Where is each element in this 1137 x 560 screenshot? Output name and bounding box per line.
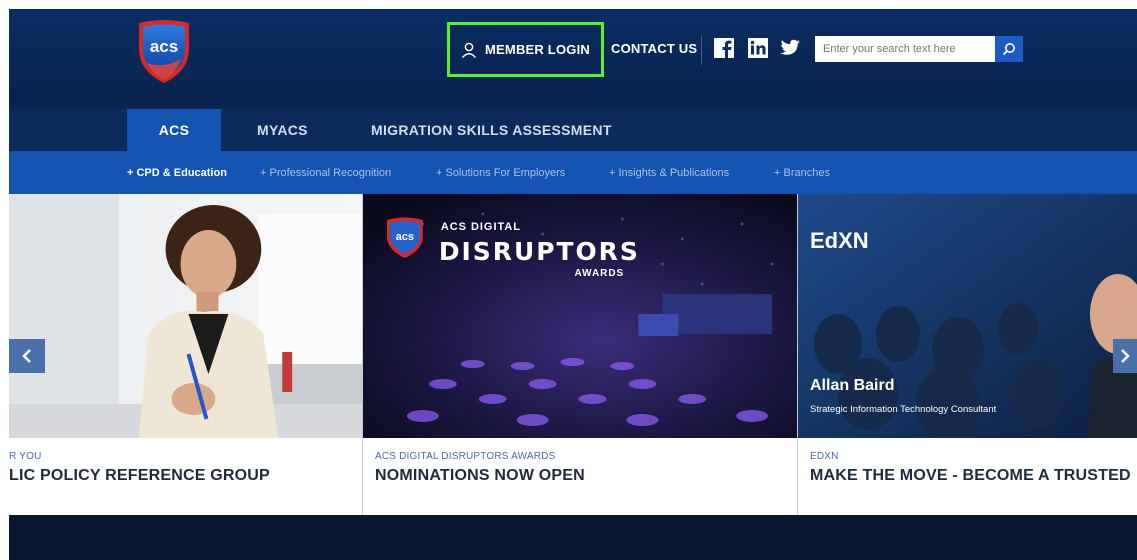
facebook-icon[interactable] bbox=[713, 37, 735, 59]
card-category: R YOU bbox=[9, 451, 42, 462]
tab-myacs[interactable]: MYACS bbox=[257, 109, 308, 151]
chevron-right-icon bbox=[1121, 349, 1130, 363]
carousel-card-edxn[interactable]: EdXN Allan Baird Strategic Information T… bbox=[798, 194, 1137, 515]
chevron-left-icon bbox=[22, 349, 31, 363]
subnav-branches[interactable]: + Branches bbox=[774, 151, 830, 194]
card-category: ACS DIGITAL DISRUPTORS AWARDS bbox=[375, 451, 556, 462]
card-headline: NOMINATIONS NOW OPEN bbox=[375, 467, 585, 484]
contact-us-link[interactable]: CONTACT US bbox=[611, 41, 697, 56]
person-name: Allan Baird bbox=[810, 377, 894, 394]
banner-main-text: DISRUPTORS bbox=[439, 237, 640, 266]
banner-sub-text: AWARDS bbox=[575, 268, 625, 279]
search-box bbox=[815, 36, 1023, 62]
card-category: EDXN bbox=[810, 451, 839, 462]
page-footer-band bbox=[9, 515, 1137, 560]
card-headline: LIC POLICY REFERENCE GROUP bbox=[9, 467, 270, 484]
subnav-solutions-for-employers[interactable]: + Solutions For Employers bbox=[436, 151, 565, 194]
news-carousel: R YOU LIC POLICY REFERENCE GROUP acs ACS… bbox=[9, 194, 1137, 515]
tab-migration-label: MIGRATION SKILLS ASSESSMENT bbox=[371, 122, 612, 138]
carousel-prev-button[interactable] bbox=[9, 339, 45, 373]
subnav-cpd-education[interactable]: + CPD & Education bbox=[127, 151, 227, 194]
twitter-icon[interactable] bbox=[779, 37, 801, 59]
subnav-insights-publications[interactable]: + Insights & Publications bbox=[609, 151, 729, 194]
logo-text: acs bbox=[150, 37, 178, 56]
tab-migration-skills-assessment[interactable]: MIGRATION SKILLS ASSESSMENT bbox=[371, 109, 612, 151]
subnav-professional-recognition[interactable]: + Professional Recognition bbox=[260, 151, 391, 194]
search-icon bbox=[1002, 43, 1015, 56]
carousel-next-button[interactable] bbox=[1113, 339, 1137, 373]
user-icon bbox=[461, 42, 477, 58]
acs-logo[interactable]: acs bbox=[135, 19, 193, 85]
banner-edxn-title: EdXN bbox=[810, 228, 869, 253]
main-nav: ACS MYACS MIGRATION SKILLS ASSESSMENT bbox=[9, 109, 1137, 151]
header-divider bbox=[701, 35, 702, 65]
carousel-card-policy[interactable]: R YOU LIC POLICY REFERENCE GROUP bbox=[9, 194, 363, 515]
card-image-conference: EdXN Allan Baird Strategic Information T… bbox=[798, 194, 1137, 438]
tab-acs-label: ACS bbox=[158, 122, 190, 138]
card-image-awards-event: acs ACS DIGITAL DISRUPTORS AWARDS bbox=[363, 194, 797, 438]
carousel-card-disruptors[interactable]: acs ACS DIGITAL DISRUPTORS AWARDS ACS DI… bbox=[363, 194, 798, 515]
tab-acs[interactable]: ACS bbox=[127, 109, 221, 151]
person-role: Strategic Information Technology Consult… bbox=[810, 404, 997, 415]
member-login-label: MEMBER LOGIN bbox=[485, 42, 590, 57]
banner-logo-text: acs bbox=[396, 231, 414, 243]
search-button[interactable] bbox=[995, 36, 1023, 62]
site-header: acs MEMBER LOGIN CONTACT US bbox=[9, 9, 1137, 109]
card-image-woman bbox=[9, 194, 362, 438]
linkedin-icon[interactable] bbox=[747, 37, 769, 59]
browser-viewport: acs MEMBER LOGIN CONTACT US Enter your s… bbox=[9, 9, 1137, 560]
banner-top-text: ACS DIGITAL bbox=[441, 221, 521, 233]
sub-nav: + CPD & Education + Professional Recogni… bbox=[9, 151, 1137, 194]
card-headline: MAKE THE MOVE - BECOME A TRUSTED bbox=[810, 467, 1131, 484]
tab-myacs-label: MYACS bbox=[257, 122, 308, 138]
member-login-button[interactable]: MEMBER LOGIN bbox=[447, 22, 604, 77]
search-input[interactable] bbox=[815, 37, 993, 61]
